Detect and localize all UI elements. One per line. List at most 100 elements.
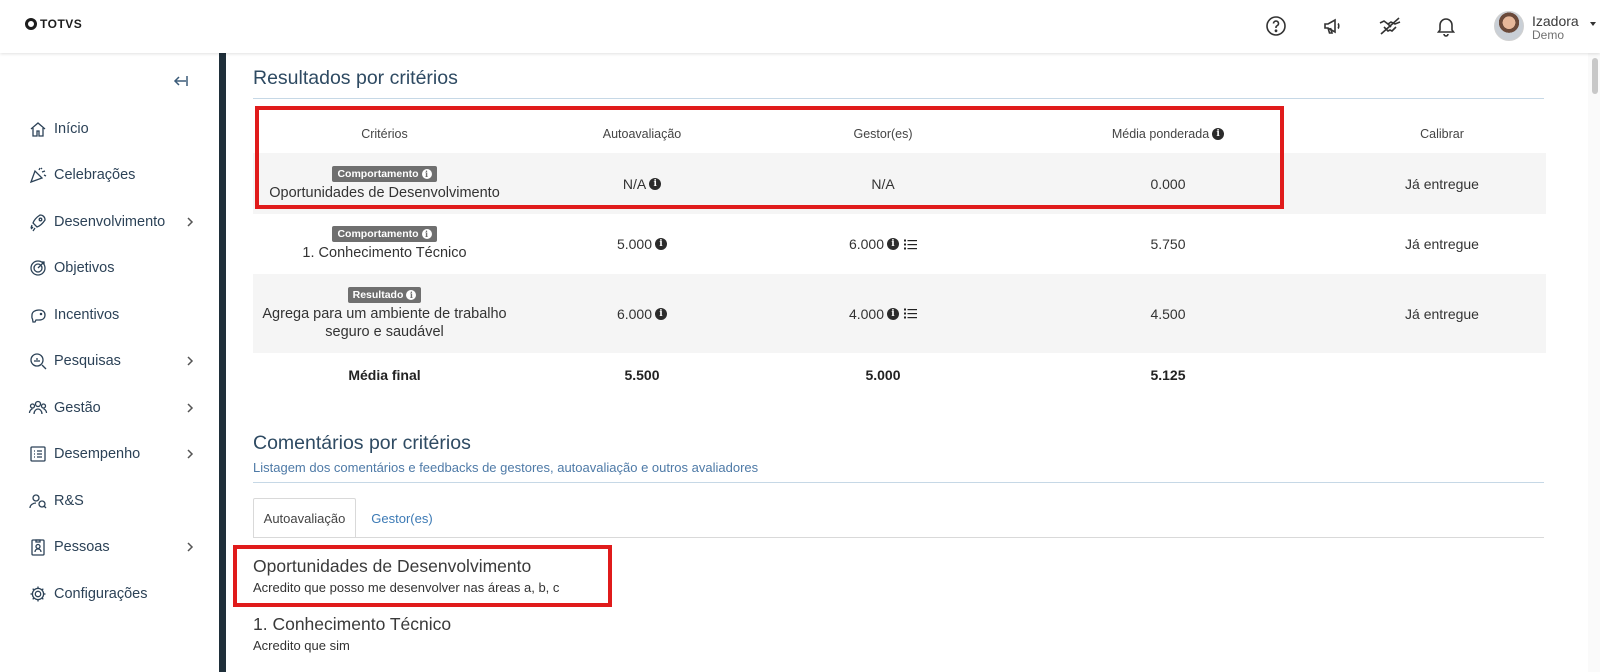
sidebar-item-label: Pesquisas [54,353,121,369]
sidebar-item-desempenho[interactable]: Desempenho [28,439,198,469]
final-label: Média final [348,366,421,383]
target-icon [30,260,46,276]
criterion-cell: Comportamento i 1. Conhecimento Técnico [253,214,516,274]
totvs-logo[interactable]: TOTVS [25,17,82,31]
sidebar-item-celebracoes[interactable]: Celebrações [28,160,198,190]
col-autoavaliacao: Autoavaliação [602,127,682,141]
sidebar-item-label: Desempenho [54,446,141,462]
col-calibrar: Calibrar [1420,127,1464,141]
info-icon[interactable]: i [421,168,432,179]
sidebar-item-label: Início [54,121,89,137]
self-score-cell: 5.000 i [516,214,768,274]
user-avatar[interactable] [1494,11,1524,41]
sidebar-item-gestao[interactable]: Gestão [28,393,198,423]
comments-subtitle: Listagem dos comentários e feedbacks de … [253,460,759,475]
sidebar: Início Celebrações Desenvolvimento Objetivo… [0,53,219,672]
table-row: Resultado i Agrega para um ambiente de tra… [253,274,1546,353]
final-manager: 5.000 [865,366,901,383]
results-divider [253,98,1544,99]
list-icon[interactable] [904,308,918,319]
info-icon[interactable]: i [406,289,417,300]
chevron-right-icon[interactable] [184,540,196,554]
info-icon[interactable]: i [655,307,668,320]
comments-title: Comentários por critérios [253,432,471,454]
table-row: Comportamento i Oportunidades de Desenvolv… [253,153,1546,214]
team-icon [28,400,48,415]
criterion-type-badge: Comportamento i [332,226,437,242]
final-weighted: 5.125 [1150,366,1186,383]
page-scrollbar[interactable] [1588,53,1600,672]
sidebar-item-label: Gestão [54,400,101,416]
bell-icon[interactable] [1434,14,1458,38]
logo-text: TOTVS [40,17,83,31]
criterion-name: seguro e saudável [325,323,444,340]
tab-autoavaliacao[interactable]: Autoavaliação [253,498,356,538]
chevron-right-icon[interactable] [184,215,196,229]
chevron-right-icon[interactable] [184,401,196,415]
sidebar-item-r-s[interactable]: R&S [28,486,198,516]
list-icon[interactable] [904,239,918,250]
info-icon[interactable]: i [649,177,662,190]
logo-mark-icon [25,18,37,30]
info-icon[interactable]: i [655,238,668,250]
handshake-icon[interactable] [1378,14,1402,38]
piggy-bank-icon [31,309,46,323]
rocket-icon [30,214,46,232]
user-role: Demo [1532,28,1565,42]
user-menu-caret-icon[interactable] [1590,22,1596,26]
gear-icon [30,586,46,602]
comment-title: Oportunidades de Desenvolvimento [253,556,532,576]
weighted-score-cell: 5.750 [1150,236,1186,252]
criterion-name: 1. Conhecimento Técnico [302,245,467,261]
col-criterios: Critérios [361,127,408,141]
criterion-cell: Comportamento i Oportunidades de Desenvolv… [253,153,516,214]
calibrate-cell: Já entregue [1405,175,1479,192]
sidebar-item-desenvolvimento[interactable]: Desenvolvimento [28,207,198,237]
sidebar-item-label: Celebrações [54,167,136,183]
chevron-right-icon[interactable] [184,447,196,461]
sidebar-item-pesquisas[interactable]: Pesquisas [28,346,198,376]
sidebar-divider [219,53,226,672]
results-title: Resultados por critérios [253,67,458,89]
weighted-score-cell: 4.500 [1150,305,1186,322]
recruit-icon [29,494,47,509]
sidebar-item-objetivos[interactable]: Objetivos [28,253,198,283]
weighted-score-cell: 0.000 [1150,175,1186,192]
info-icon[interactable]: i [421,229,432,239]
chevron-right-icon[interactable] [184,354,196,368]
sidebar-item-inicio[interactable]: Início [28,114,198,144]
info-icon[interactable]: i [887,238,900,250]
search-chart-icon [30,353,47,370]
sidebar-item-label: Pessoas [54,539,110,555]
megaphone-icon[interactable] [1321,14,1345,38]
final-row: Média final 5.500 5.000 5.125 [253,353,1546,396]
sidebar-item-label: Incentivos [54,307,120,323]
table-header: Critérios Autoavaliação Gestor(es) Média… [253,115,1546,153]
sidebar-item-label: R&S [54,493,84,509]
criterion-cell: Resultado i Agrega para um ambiente de tra… [253,274,516,353]
manager-score-cell: 6.000 i [768,214,998,274]
info-icon[interactable]: i [1212,128,1225,140]
collapse-sidebar-icon[interactable] [170,71,190,91]
sidebar-item-configuracoes[interactable]: Configurações [28,579,198,609]
home-icon [30,122,46,137]
scrollbar-thumb[interactable] [1592,58,1598,94]
comment-title: 1. Conhecimento Técnico [253,614,452,634]
sidebar-item-incentivos[interactable]: Incentivos [28,300,198,330]
comment-text: Acredito que posso me desenvolver nas ár… [253,580,560,595]
self-score-cell: N/A i [516,153,768,214]
final-calibrate [1338,353,1546,396]
info-icon[interactable]: i [887,307,900,320]
sidebar-item-label: Desenvolvimento [54,214,166,230]
col-gestores: Gestor(es) [853,127,913,141]
badge-icon [31,539,45,556]
user-name[interactable]: Izadora [1532,13,1579,29]
criterion-name: Agrega para um ambiente de trabalho [262,305,507,322]
criterion-name: Oportunidades de Desenvolvimento [269,184,500,201]
table-row: Comportamento i 1. Conhecimento Técnico 5.0… [253,214,1546,274]
tab-gestores[interactable]: Gestor(es) [356,498,448,538]
help-icon[interactable] [1264,14,1288,38]
party-icon [29,167,47,184]
top-bar: TOTVS Izadora Demo [0,0,1600,53]
sidebar-item-pessoas[interactable]: Pessoas [28,532,198,562]
